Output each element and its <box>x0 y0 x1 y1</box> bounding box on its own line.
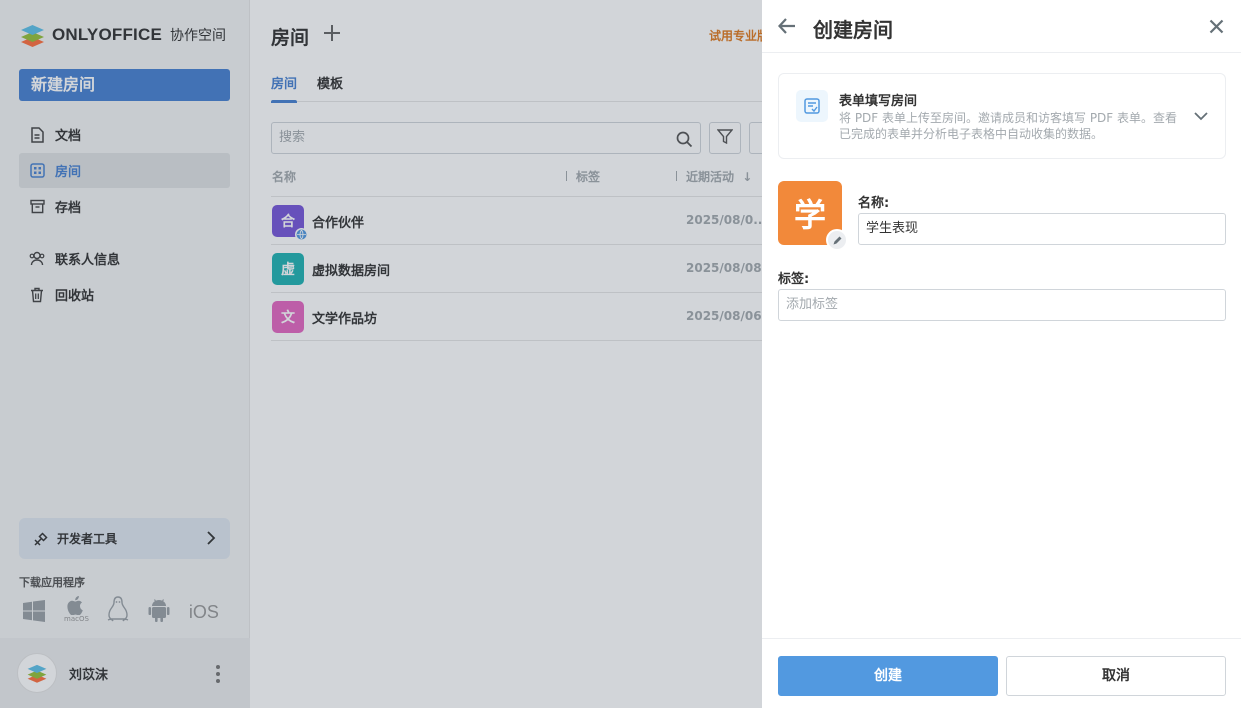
panel-footer: 创建 取消 <box>762 638 1241 708</box>
back-arrow-icon[interactable] <box>777 17 796 39</box>
name-label: 名称: <box>858 196 890 211</box>
pencil-icon[interactable] <box>826 229 848 251</box>
form-filling-room-icon <box>796 90 828 122</box>
cancel-button[interactable]: 取消 <box>1006 656 1226 696</box>
room-type-selector[interactable]: 表单填写房间 将 PDF 表单上传至房间。邀请成员和访客填写 PDF 表单。查看… <box>778 73 1226 159</box>
room-name-input[interactable]: 学生表现 <box>858 213 1226 245</box>
create-room-panel: 创建房间 表单填写房间 将 PDF 表单上传至房间。邀请成员和访客填写 PDF … <box>762 0 1241 708</box>
room-type-description: 将 PDF 表单上传至房间。邀请成员和访客填写 PDF 表单。查看已完成的表单并… <box>839 111 1178 141</box>
create-button[interactable]: 创建 <box>778 656 998 696</box>
tags-label: 标签: <box>778 272 810 287</box>
room-type-title: 表单填写房间 <box>839 94 918 109</box>
panel-title: 创建房间 <box>813 18 893 42</box>
chevron-down-icon[interactable] <box>1193 110 1209 125</box>
close-icon[interactable] <box>1209 19 1224 38</box>
tags-input[interactable]: 添加标签 <box>778 289 1226 321</box>
panel-header: 创建房间 <box>762 0 1241 53</box>
modal-backdrop[interactable] <box>0 0 762 708</box>
